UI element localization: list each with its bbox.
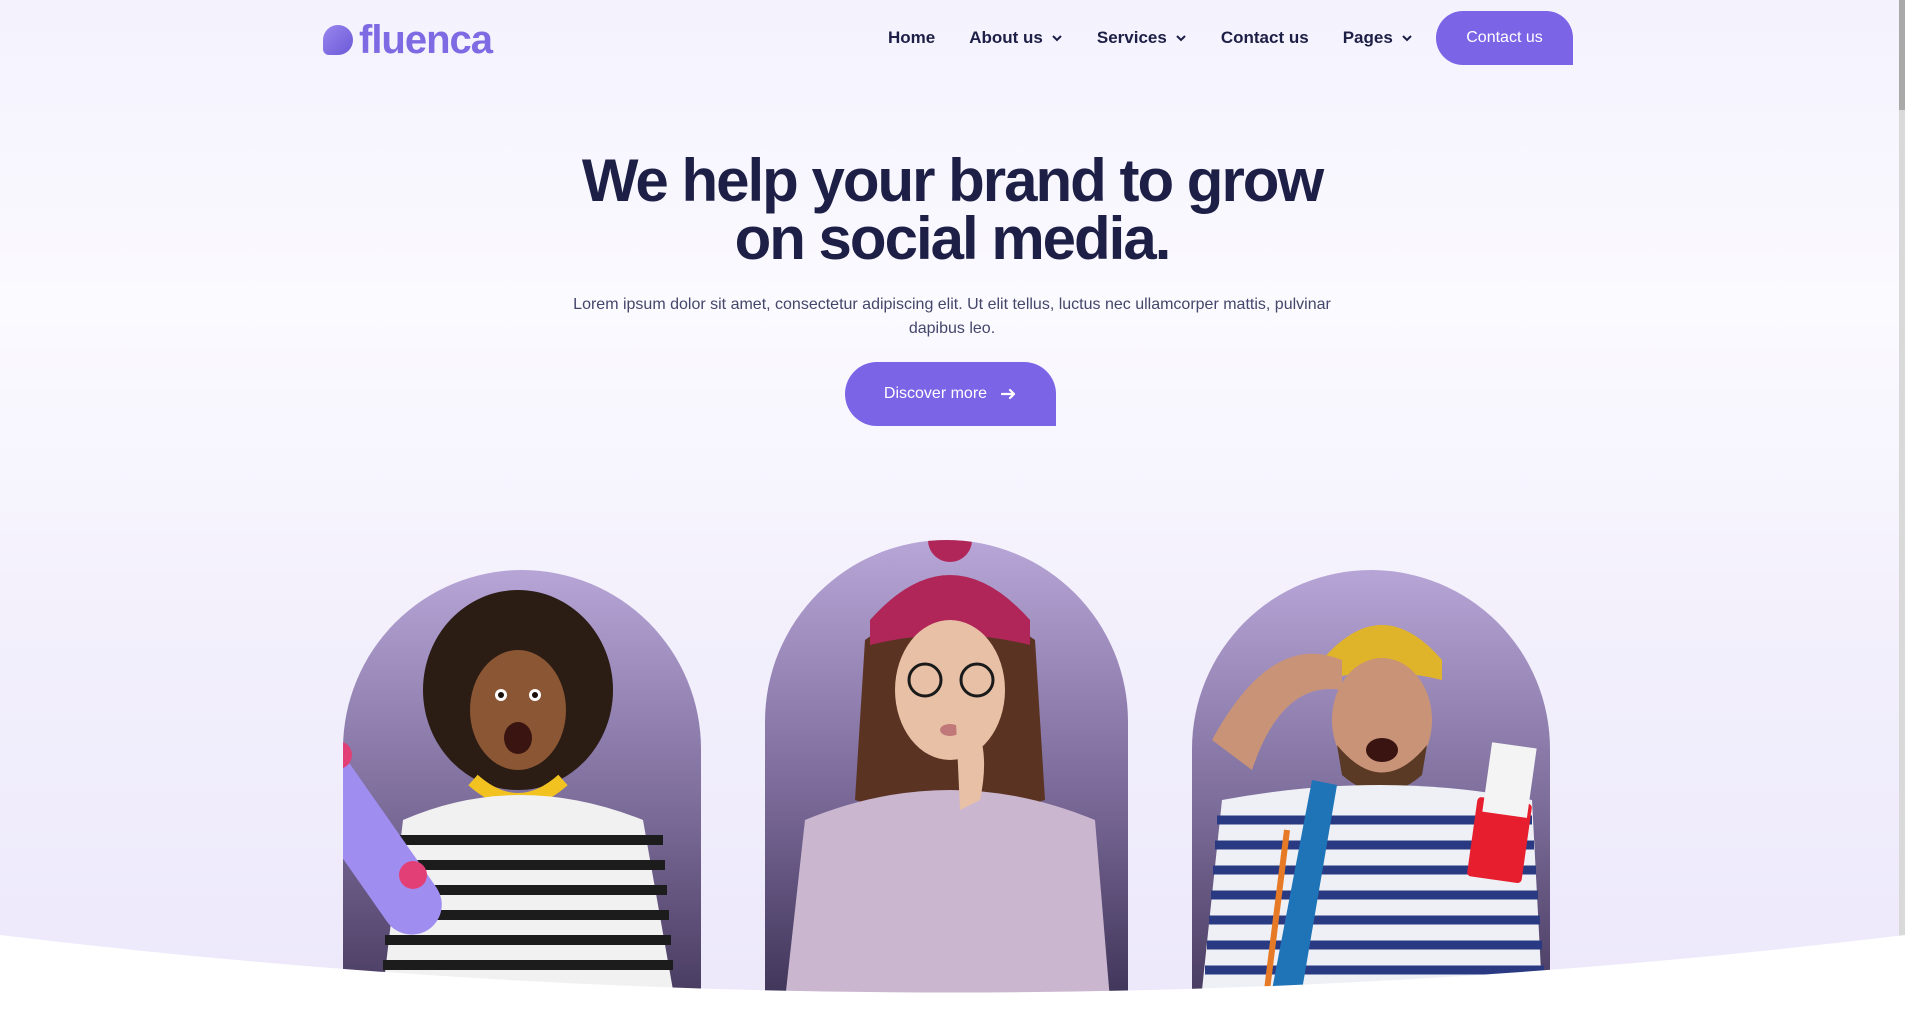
logo-text: fluenca — [359, 18, 493, 62]
hero-title-line-2: on social media. — [734, 205, 1172, 272]
nav-item-label: Services — [1096, 28, 1167, 47]
nav-item-contact[interactable]: Contact us — [1221, 28, 1309, 48]
surprised-woman-illustration — [343, 590, 673, 990]
nav-item-label: Contact us — [1220, 28, 1309, 47]
scrollbar-thumb[interactable] — [1899, 0, 1905, 110]
nav-item-services[interactable]: Services — [1097, 28, 1187, 48]
nav-item-label: Pages — [1342, 28, 1393, 47]
discover-more-button[interactable]: Discover more — [845, 362, 1056, 426]
chevron-down-icon — [1402, 35, 1412, 42]
main-nav: Home About us Services Contact us Pages — [888, 28, 1447, 48]
nav-item-pages[interactable]: Pages — [1343, 28, 1413, 48]
hero-description: Lorem ipsum dolor sit amet, consectetur … — [573, 296, 1331, 337]
nav-item-about[interactable]: About us — [969, 28, 1063, 48]
arrow-right-icon — [1001, 388, 1016, 400]
chevron-down-icon — [1176, 35, 1186, 42]
bottom-wave-divider — [0, 935, 1905, 1025]
hero-title: We help your brand to grow on social med… — [452, 151, 1452, 269]
hero-title-line-1: We help your brand to grow — [581, 147, 1324, 214]
nav-item-home[interactable]: Home — [888, 28, 935, 48]
excited-man-illustration — [1202, 625, 1544, 990]
scrollbar[interactable] — [1899, 0, 1905, 1025]
nav-item-label: Home — [888, 28, 936, 47]
nav-item-label: About us — [969, 28, 1043, 47]
logo[interactable]: fluenca — [323, 18, 493, 62]
chevron-down-icon — [1052, 35, 1062, 42]
discover-more-label: Discover more — [883, 385, 988, 402]
hero-image-1 — [343, 570, 701, 990]
contact-us-button[interactable]: Contact us — [1436, 11, 1573, 65]
logo-mark-icon — [323, 25, 353, 55]
hero-image-3 — [1192, 570, 1550, 990]
